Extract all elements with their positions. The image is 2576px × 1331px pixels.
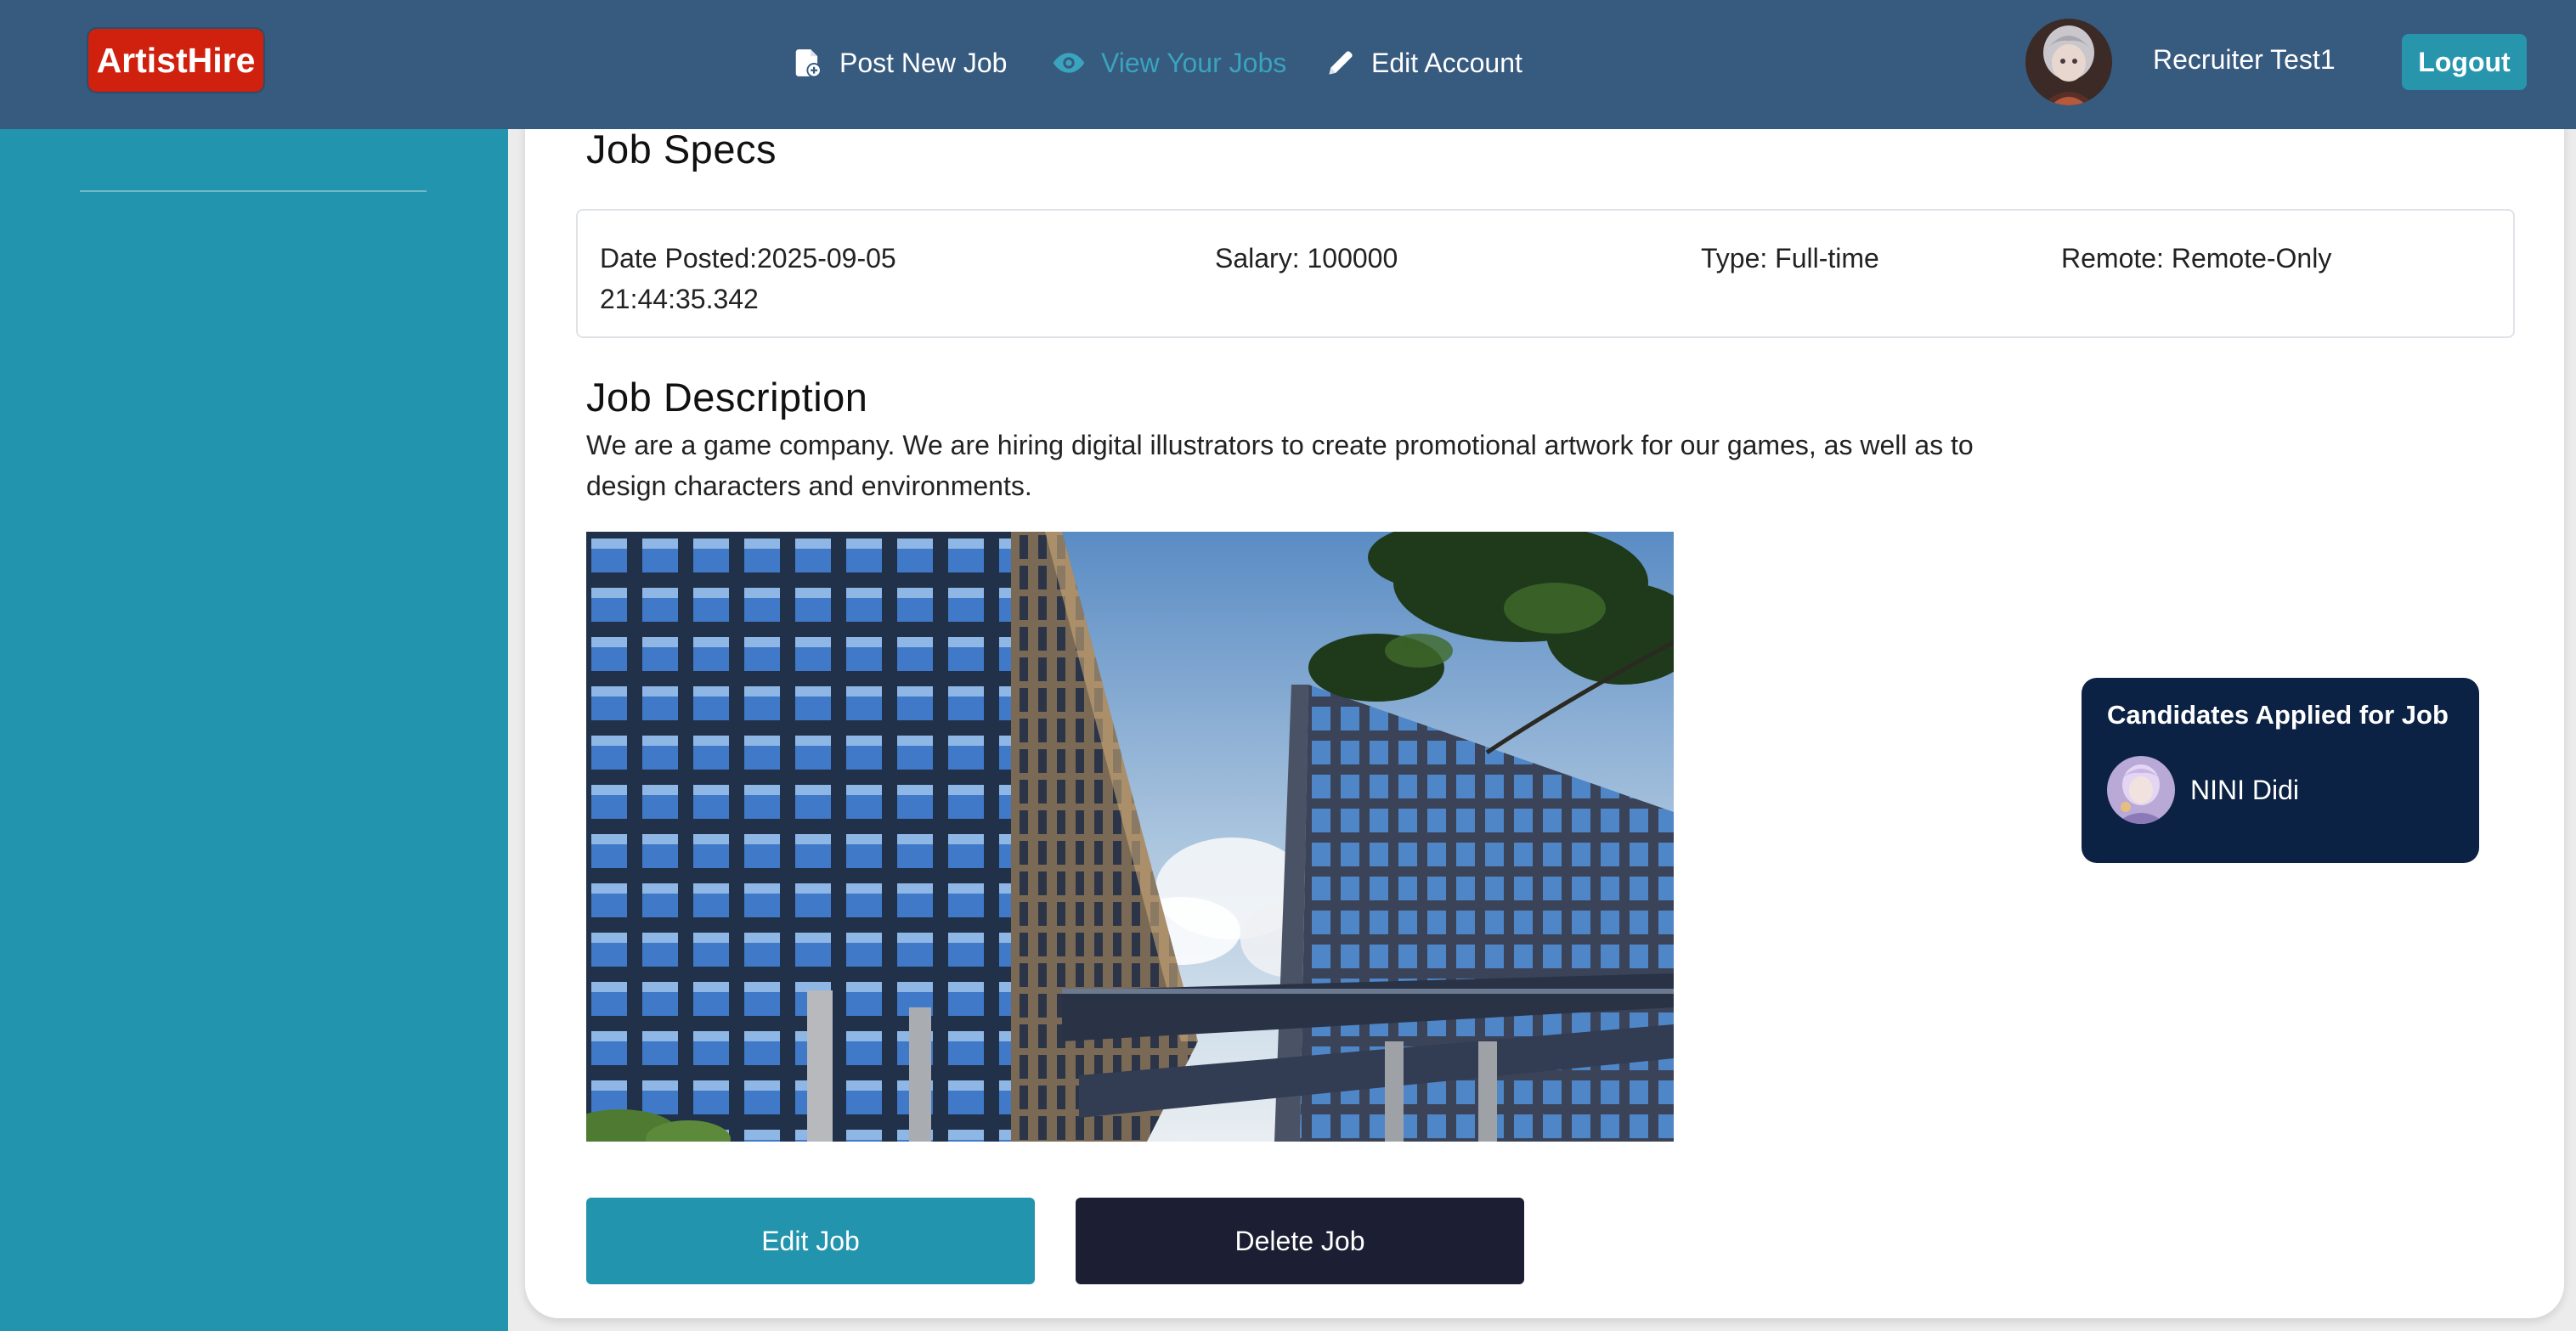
job-description-text: We are a game company. We are hiring dig… bbox=[586, 430, 1974, 501]
job-type: Type: Full-time bbox=[1701, 243, 1879, 274]
nav-view-your-jobs[interactable]: View Your Jobs bbox=[1052, 37, 1286, 88]
recruiter-avatar[interactable] bbox=[2025, 19, 2112, 105]
nav-view-your-jobs-label: View Your Jobs bbox=[1101, 47, 1287, 78]
top-navbar: ArtistHire Post New Job View Your Jobs E… bbox=[0, 0, 2576, 129]
pencil-icon bbox=[1329, 51, 1353, 75]
logout-button[interactable]: Logout bbox=[2402, 34, 2527, 90]
sidebar bbox=[0, 129, 508, 1331]
nav-post-new-job[interactable]: Post New Job bbox=[792, 37, 1007, 88]
nav-post-new-job-label: Post New Job bbox=[839, 47, 1008, 78]
eye-icon bbox=[1053, 53, 1085, 73]
remote-status: Remote: Remote-Only bbox=[2061, 243, 2332, 274]
nav-edit-account[interactable]: Edit Account bbox=[1325, 37, 1522, 88]
job-description-heading: Job Description bbox=[586, 375, 868, 420]
date-posted: Date Posted:2025-09-05 21:44:35.342 bbox=[600, 243, 896, 314]
nav-edit-account-label: Edit Account bbox=[1371, 47, 1522, 78]
candidate-avatar bbox=[2107, 756, 2175, 824]
file-plus-icon bbox=[795, 49, 822, 78]
candidate-item[interactable]: NINI Didi bbox=[2107, 756, 2299, 824]
candidate-name: NINI Didi bbox=[2190, 774, 2300, 805]
recruiter-name: Recruiter Test1 bbox=[2153, 44, 2336, 75]
job-specs-heading: Job Specs bbox=[586, 127, 777, 172]
artisthire-logo[interactable]: ArtistHire bbox=[88, 29, 263, 92]
job-image bbox=[586, 532, 1674, 1142]
candidates-panel: Candidates Applied for Job NINI Didi bbox=[2082, 678, 2479, 863]
edit-job-button[interactable]: Edit Job bbox=[586, 1198, 1035, 1284]
delete-job-button[interactable]: Delete Job bbox=[1076, 1198, 1524, 1284]
salary: Salary: 100000 bbox=[1215, 243, 1398, 274]
sidebar-divider bbox=[80, 190, 427, 192]
candidates-panel-title: Candidates Applied for Job bbox=[2107, 700, 2449, 730]
